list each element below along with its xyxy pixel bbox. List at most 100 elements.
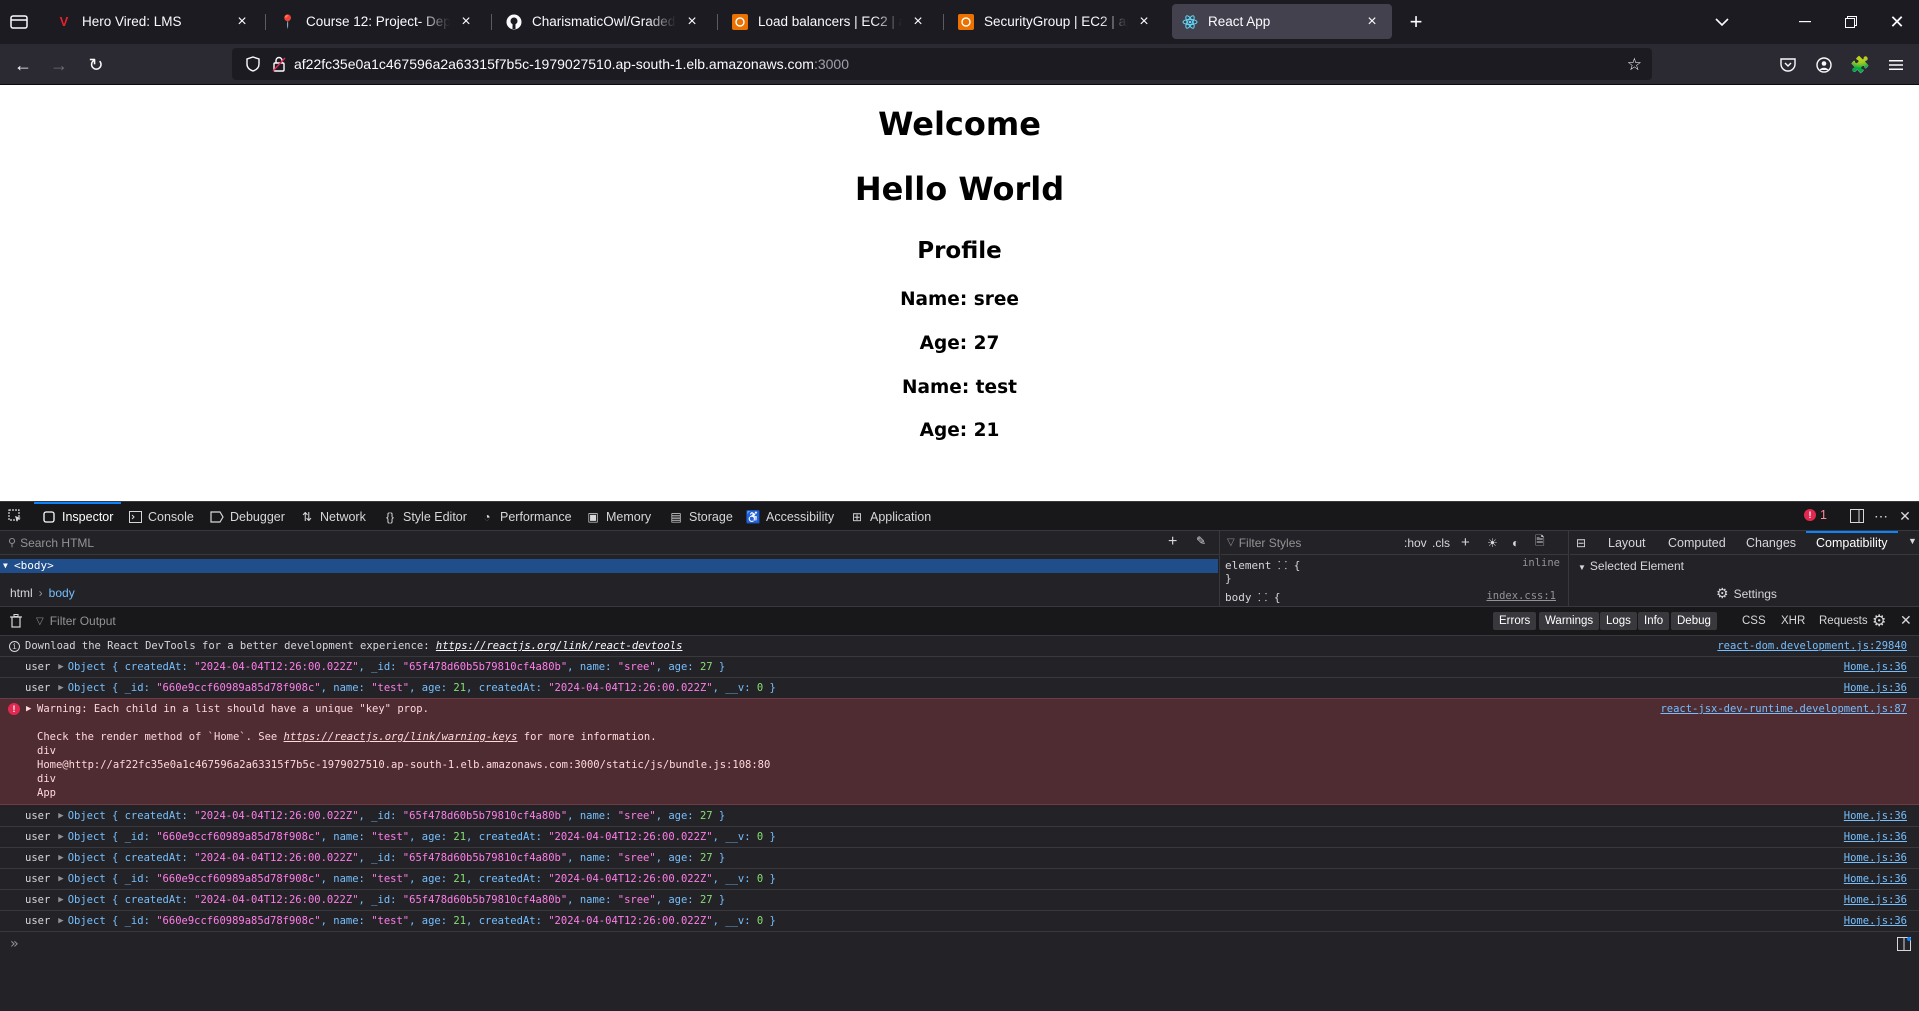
filter-errors[interactable]: Errors <box>1493 612 1537 630</box>
editor-mode-toggle-icon[interactable] <box>1897 937 1911 954</box>
console-log-row[interactable]: user ▶ Object { createdAt: "2024-04-04T12:… <box>0 848 1919 869</box>
element-picker-icon[interactable] <box>8 509 22 523</box>
more-options-icon[interactable]: ⋯ <box>1874 508 1888 524</box>
filter-requests[interactable]: Requests <box>1813 612 1874 630</box>
filter-info[interactable]: Info <box>1638 612 1670 630</box>
console-log-row[interactable]: user ▶ Object { _id: "660e9ccf60989a85d78f… <box>0 869 1919 890</box>
expand-arrow-icon[interactable]: ▶ <box>58 662 63 672</box>
expand-arrow-icon[interactable]: ▶ <box>58 683 63 693</box>
body-rule-source[interactable]: index.css:1 <box>1486 590 1556 602</box>
filter-debug[interactable]: Debug <box>1671 612 1717 630</box>
filter-css[interactable]: CSS <box>1736 612 1772 630</box>
tab-accessibility[interactable]: ♿ Accessibility <box>746 502 835 531</box>
filter-output-input[interactable]: ▽ Filter Output <box>36 607 1136 635</box>
tab-inspector[interactable]: Inspector <box>33 502 122 531</box>
expand-triangle-icon[interactable]: ▼ <box>3 559 8 573</box>
list-all-tabs-chevron-icon[interactable] <box>1710 10 1734 34</box>
tab-layout[interactable]: Layout <box>1608 536 1646 550</box>
message-source-link[interactable]: react-dom.development.js:29840 <box>1717 640 1907 652</box>
filter-warnings[interactable]: Warnings <box>1539 612 1600 630</box>
dock-side-icon[interactable] <box>1850 509 1864 523</box>
selected-body-node[interactable]: ▼ <body> <box>0 559 1218 573</box>
tab-console[interactable]: Console <box>128 502 194 531</box>
browser-tab-active[interactable]: React App × <box>1172 4 1392 39</box>
close-icon[interactable]: × <box>456 12 476 32</box>
tab-memory[interactable]: ▣ Memory <box>586 502 651 531</box>
hov-toggle[interactable]: :hov <box>1404 536 1427 550</box>
message-source-link[interactable]: Home.js:36 <box>1844 852 1907 864</box>
add-node-plus-icon[interactable]: + <box>1168 533 1177 551</box>
expand-arrow-icon[interactable]: ▶ <box>58 832 63 842</box>
message-source-link[interactable]: Home.js:36 <box>1844 894 1907 906</box>
expand-arrow-icon[interactable]: ▶ <box>58 895 63 905</box>
restore-icon[interactable] <box>1836 10 1866 34</box>
add-rule-plus-icon[interactable]: + <box>1461 534 1470 551</box>
close-split-console-icon[interactable]: ✕ <box>1900 612 1912 629</box>
overflow-chevron-icon[interactable]: ▼ <box>1908 536 1917 546</box>
window-close-icon[interactable]: ✕ <box>1882 10 1912 34</box>
message-source-link[interactable]: Home.js:36 <box>1844 831 1907 843</box>
search-html-input[interactable]: ⚲ Search HTML + ✎ <box>0 531 1220 555</box>
close-icon[interactable]: × <box>1362 12 1382 32</box>
filter-logs[interactable]: Logs <box>1600 612 1637 630</box>
sidebar-toggle-icon[interactable]: ⊟ <box>1576 536 1586 550</box>
back-arrow-icon[interactable]: ← <box>10 52 36 78</box>
devtools-link[interactable]: https://reactjs.org/link/react-devtools <box>436 640 683 652</box>
console-input[interactable]: » <box>0 932 1919 956</box>
message-source-link[interactable]: react-jsx-dev-runtime.development.js:87 <box>1660 703 1907 715</box>
filter-styles-input[interactable]: ▽ Filter Styles :hov .cls + ☀ ◐ 🗎 <box>1221 531 1569 555</box>
address-bar[interactable]: af22fc35e0a1c467596a2a63315f7b5c-1979027… <box>232 48 1652 80</box>
tab-application[interactable]: ⊞ Application <box>850 502 931 531</box>
tab-style-editor[interactable]: {} Style Editor <box>383 502 467 531</box>
tab-changes[interactable]: Changes <box>1746 536 1796 550</box>
firefox-view-icon[interactable] <box>8 12 30 32</box>
account-icon[interactable] <box>1812 53 1836 77</box>
pocket-icon[interactable] <box>1776 53 1800 77</box>
extensions-puzzle-icon[interactable]: 🧩 <box>1848 53 1872 77</box>
console-log-row[interactable]: user ▶ Object { createdAt: "2024-04-04T12:… <box>0 890 1919 911</box>
close-icon[interactable]: × <box>232 12 252 32</box>
eyedropper-icon[interactable]: ✎ <box>1196 534 1206 548</box>
browser-tab[interactable]: 📍 Course 12: Project- Deploying a × <box>270 4 486 39</box>
error-count-badge[interactable]: ! 1 <box>1804 508 1827 522</box>
light-theme-sun-icon[interactable]: ☀ <box>1487 536 1498 550</box>
expand-arrow-icon[interactable]: ▶ <box>26 704 31 714</box>
message-source-link[interactable]: Home.js:36 <box>1844 682 1907 694</box>
minimize-icon[interactable] <box>1790 10 1820 34</box>
reload-icon[interactable]: ↻ <box>83 52 109 78</box>
selected-element-header[interactable]: ▼ Selected Element <box>1578 559 1684 573</box>
filter-xhr[interactable]: XHR <box>1775 612 1811 630</box>
message-source-link[interactable]: Home.js:36 <box>1844 873 1907 885</box>
tab-performance[interactable]: ◔ Performance <box>480 502 571 531</box>
browser-tab[interactable]: SecurityGroup | EC2 | ap-south- × <box>948 4 1164 39</box>
console-log-row[interactable]: user ▶ Object { _id: "660e9ccf60989a85d78f… <box>0 827 1919 848</box>
message-source-link[interactable]: Home.js:36 <box>1844 810 1907 822</box>
cls-toggle[interactable]: .cls <box>1432 536 1450 550</box>
expand-arrow-icon[interactable]: ▶ <box>58 853 63 863</box>
breadcrumb-html[interactable]: html <box>10 586 33 600</box>
tab-debugger[interactable]: Debugger <box>210 502 285 531</box>
compat-settings-button[interactable]: ⚙ Settings <box>1716 585 1777 602</box>
console-log-row[interactable]: user ▶ Object { createdAt: "2024-04-04T12:… <box>0 657 1919 678</box>
insecure-lock-icon[interactable] <box>272 56 286 72</box>
console-log-row[interactable]: user ▶ Object { _id: "660e9ccf60989a85d78f… <box>0 911 1919 932</box>
print-media-icon[interactable]: 🗎 <box>1535 532 1545 553</box>
close-icon[interactable]: × <box>1134 12 1154 32</box>
tab-computed[interactable]: Computed <box>1668 536 1726 550</box>
menu-hamburger-icon[interactable] <box>1884 53 1908 77</box>
expand-arrow-icon[interactable]: ▶ <box>58 916 63 926</box>
close-devtools-icon[interactable]: ✕ <box>1898 508 1912 524</box>
bookmark-star-icon[interactable]: ☆ <box>1627 55 1642 75</box>
breadcrumb-body[interactable]: body <box>49 586 75 600</box>
console-settings-gear-icon[interactable]: ⚙ <box>1872 611 1886 631</box>
tab-compatibility[interactable]: Compatibility <box>1806 531 1898 550</box>
browser-tab[interactable]: CharismaticOwl/Graded-Projec × <box>496 4 712 39</box>
dark-theme-contrast-icon[interactable]: ◐ <box>1512 536 1519 550</box>
warning-keys-link[interactable]: https://reactjs.org/link/warning-keys <box>284 731 518 743</box>
tracking-protection-shield-icon[interactable] <box>246 56 260 72</box>
message-source-link[interactable]: Home.js:36 <box>1844 915 1907 927</box>
tab-network[interactable]: ⇅ Network <box>300 502 366 531</box>
tab-storage[interactable]: ▤ Storage <box>669 502 732 531</box>
message-source-link[interactable]: Home.js:36 <box>1844 661 1907 673</box>
expand-arrow-icon[interactable]: ▶ <box>58 811 63 821</box>
